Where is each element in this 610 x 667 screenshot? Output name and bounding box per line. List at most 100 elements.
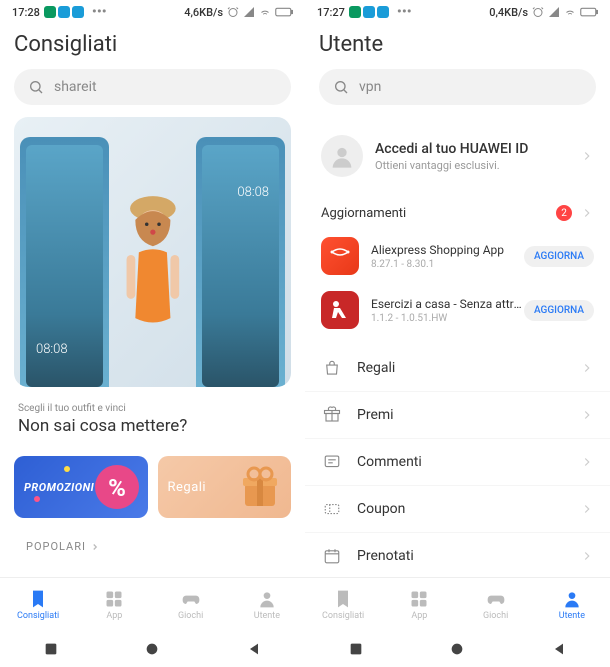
wifi-icon	[259, 6, 271, 18]
menu-item-regali[interactable]: Regali	[305, 345, 610, 392]
chevron-right-icon	[580, 206, 594, 220]
comment-icon	[321, 453, 343, 471]
gamepad-icon	[181, 589, 201, 609]
bottom-nav: Consigliati App Giochi Utente	[0, 577, 305, 631]
status-app-icon	[72, 6, 84, 18]
menu-item-commenti[interactable]: Commenti	[305, 439, 610, 486]
nav-app[interactable]: App	[381, 578, 457, 631]
gamepad-icon	[486, 589, 506, 609]
nav-consigliati[interactable]: Consigliati	[305, 578, 381, 631]
account-title: Accedi al tuo HUAWEI ID	[375, 141, 580, 157]
status-speed: 0,4KB/s	[489, 6, 528, 19]
app-version: 1.1.2 - 1.0.51.HW	[371, 313, 524, 324]
user-icon	[562, 589, 582, 609]
account-row[interactable]: Accedi al tuo HUAWEI ID Ottieni vantaggi…	[305, 121, 610, 191]
chevron-right-icon	[580, 361, 594, 375]
sys-back-icon[interactable]	[246, 641, 262, 657]
chevron-right-icon	[580, 408, 594, 422]
percent-icon: %	[92, 462, 142, 512]
menu-item-coupon[interactable]: Coupon	[305, 486, 610, 533]
user-placeholder-icon	[328, 142, 356, 170]
status-app-icon	[363, 6, 375, 18]
app-name: Esercizi a casa - Senza attrezzature	[371, 297, 524, 311]
screen-utente: 17:27 ••• 0,4KB/s Utente vpn Accedi	[305, 0, 610, 667]
chevron-right-icon	[580, 149, 594, 163]
app-icon-esercizi	[321, 291, 359, 329]
chevron-right-icon	[580, 455, 594, 469]
screen-consigliati: 17:28 ••• 4,6KB/s Consigliati shareit 08…	[0, 0, 305, 667]
apps-icon	[104, 589, 124, 609]
status-app-icon	[377, 6, 389, 18]
page-title: Consigliati	[0, 24, 305, 69]
hero-subtitle: Scegli il tuo outfit e vinci	[18, 403, 287, 414]
app-icon-aliexpress	[321, 237, 359, 275]
menu-list: Regali Premi Commenti Coupon Prenotati	[305, 345, 610, 577]
status-more-icon: •••	[92, 4, 107, 20]
status-more-icon: •••	[397, 4, 412, 20]
app-row-aliexpress[interactable]: Aliexpress Shopping App 8.27.1 - 8.30.1 …	[305, 229, 610, 283]
chevron-right-icon	[580, 502, 594, 516]
update-button[interactable]: AGGIORNA	[524, 300, 594, 321]
hero-phone-right: 08:08	[196, 137, 285, 387]
account-subtitle: Ottieni vantaggi esclusivi.	[375, 159, 580, 172]
user-icon	[257, 589, 277, 609]
nav-giochi[interactable]: Giochi	[458, 578, 534, 631]
updates-badge: 2	[556, 205, 572, 221]
search-icon	[333, 79, 349, 95]
promo-card-regali[interactable]: Regali	[158, 456, 292, 518]
gift-icon	[321, 406, 343, 424]
promo-card-promozioni[interactable]: PROMOZIONI %	[14, 456, 148, 518]
menu-item-prenotati[interactable]: Prenotati	[305, 533, 610, 577]
search-placeholder: shareit	[54, 79, 97, 95]
battery-icon	[580, 7, 598, 17]
page-title: Utente	[305, 24, 610, 69]
hero-banner[interactable]: 08:08 08:08	[14, 117, 291, 387]
update-button[interactable]: AGGIORNA	[524, 246, 594, 267]
app-row-esercizi[interactable]: Esercizi a casa - Senza attrezzature 1.1…	[305, 283, 610, 337]
wifi-icon	[564, 6, 576, 18]
hero-phone-left: 08:08	[20, 137, 109, 387]
signal-icon	[243, 6, 255, 18]
status-bar: 17:28 ••• 4,6KB/s	[0, 0, 305, 24]
search-placeholder: vpn	[359, 79, 381, 95]
bookmark-icon	[333, 589, 353, 609]
nav-utente[interactable]: Utente	[229, 578, 305, 631]
signal-icon	[548, 6, 560, 18]
bookmark-icon	[28, 589, 48, 609]
calendar-icon	[321, 547, 343, 565]
svg-text:%: %	[108, 474, 126, 502]
status-speed: 4,6KB/s	[184, 6, 223, 19]
nav-app[interactable]: App	[76, 578, 152, 631]
app-name: Aliexpress Shopping App	[371, 243, 524, 257]
hero-caption: Scegli il tuo outfit e vinci Non sai cos…	[14, 395, 291, 444]
search-icon	[28, 79, 44, 95]
status-app-icon	[349, 6, 361, 18]
avatar	[321, 135, 363, 177]
status-time: 17:28	[12, 6, 40, 19]
bag-icon	[321, 359, 343, 377]
sys-back-icon[interactable]	[551, 641, 567, 657]
chevron-right-icon	[580, 549, 594, 563]
hero-person	[109, 117, 197, 387]
alarm-icon	[532, 6, 544, 18]
ticket-icon	[321, 500, 343, 518]
sys-recent-icon[interactable]	[348, 641, 364, 657]
status-app-icon	[58, 6, 70, 18]
sys-home-icon[interactable]	[144, 641, 160, 657]
nav-giochi[interactable]: Giochi	[153, 578, 229, 631]
search-bar[interactable]: shareit	[14, 69, 291, 105]
apps-icon	[409, 589, 429, 609]
sys-recent-icon[interactable]	[43, 641, 59, 657]
sys-home-icon[interactable]	[449, 641, 465, 657]
updates-header[interactable]: Aggiornamenti 2	[305, 191, 610, 229]
bottom-nav: Consigliati App Giochi Utente	[305, 577, 610, 631]
app-version: 8.27.1 - 8.30.1	[371, 259, 524, 270]
search-bar[interactable]: vpn	[319, 69, 596, 105]
status-time: 17:27	[317, 6, 345, 19]
nav-utente[interactable]: Utente	[534, 578, 610, 631]
hero-title: Non sai cosa mettere?	[18, 416, 287, 436]
popolari-header[interactable]: POPOLARI	[14, 530, 291, 563]
menu-item-premi[interactable]: Premi	[305, 392, 610, 439]
system-nav	[0, 631, 305, 667]
nav-consigliati[interactable]: Consigliati	[0, 578, 76, 631]
